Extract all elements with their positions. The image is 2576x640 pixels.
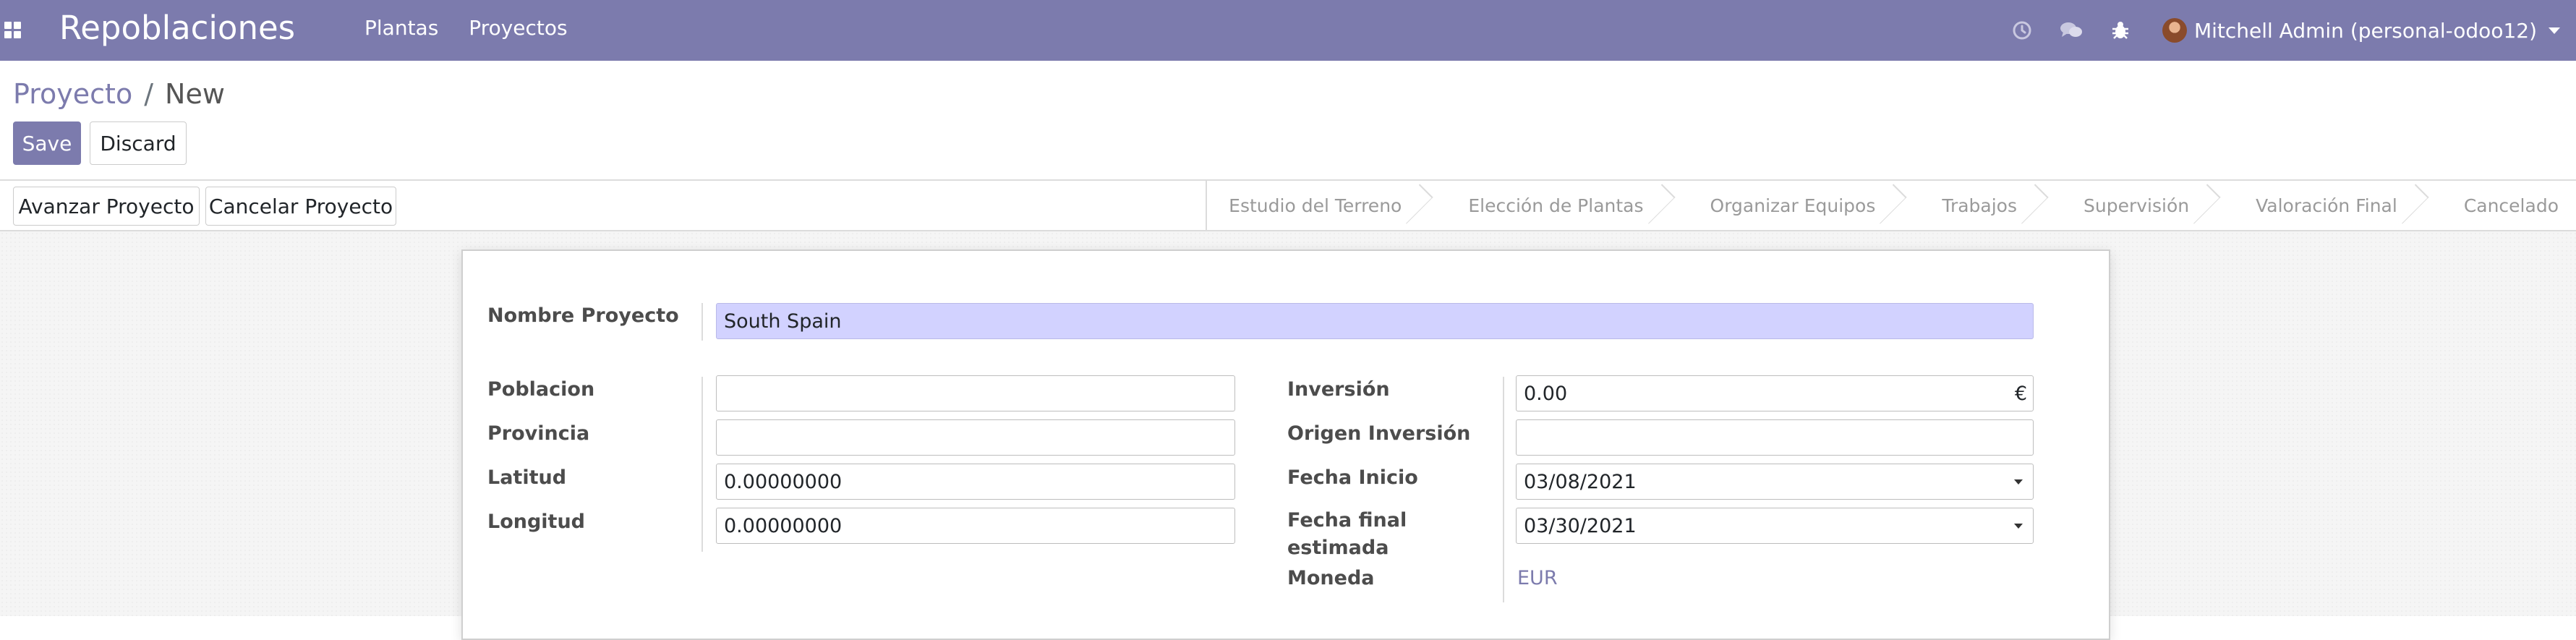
moneda-link[interactable]: EUR bbox=[1517, 567, 1558, 589]
statusbar: Avanzar Proyecto Cancelar Proyecto Estud… bbox=[0, 181, 2576, 231]
origen-inversion-label: Origen Inversión bbox=[1287, 422, 1471, 445]
origen-inversion-input[interactable] bbox=[1516, 419, 2034, 456]
menu-item-proyectos[interactable]: Proyectos bbox=[469, 16, 567, 40]
cancel-project-button[interactable]: Cancelar Proyecto bbox=[205, 187, 396, 226]
divider bbox=[701, 377, 703, 552]
stage-label: Estudio del Terreno bbox=[1229, 195, 1402, 216]
menu-item-plantas[interactable]: Plantas bbox=[364, 16, 438, 40]
fecha-inicio-value: 03/08/2021 bbox=[1524, 470, 1637, 493]
longitud-input[interactable]: 0.00000000 bbox=[716, 508, 1235, 544]
inversion-input[interactable]: 0.00 € bbox=[1516, 375, 2034, 411]
chevron-down-icon[interactable] bbox=[2549, 27, 2560, 34]
discard-button[interactable]: Discard bbox=[90, 121, 187, 165]
fecha-inicio-datepicker[interactable]: 03/08/2021 bbox=[1516, 464, 2034, 500]
nombre-proyecto-label: Nombre Proyecto bbox=[487, 304, 679, 327]
stage-label: Trabajos bbox=[1942, 195, 2017, 216]
stage-label: Cancelado bbox=[2463, 195, 2559, 216]
caret-down-icon[interactable] bbox=[2014, 524, 2023, 529]
euro-currency-symbol: € bbox=[2014, 382, 2027, 405]
chat-icon[interactable] bbox=[2060, 19, 2083, 42]
divider bbox=[1503, 377, 1504, 602]
caret-down-icon[interactable] bbox=[2014, 479, 2023, 485]
stage-pipeline: Estudio del Terreno Elección de Plantas … bbox=[1206, 181, 2576, 230]
breadcrumb-proyecto[interactable]: Proyecto bbox=[13, 78, 132, 110]
moneda-label: Moneda bbox=[1287, 567, 1375, 589]
poblacion-label: Poblacion bbox=[487, 378, 595, 401]
stage-organizar-equipos: Organizar Equipos bbox=[1666, 181, 1907, 230]
provincia-label: Provincia bbox=[487, 422, 590, 445]
inversion-label: Inversión bbox=[1287, 378, 1390, 401]
user-menu[interactable]: Mitchell Admin (personal-odoo12) bbox=[2194, 19, 2537, 43]
app-title: Repoblaciones bbox=[59, 9, 296, 47]
stage-trabajos: Trabajos bbox=[1897, 181, 2049, 230]
nombre-proyecto-input[interactable]: South Spain bbox=[716, 303, 2034, 339]
top-navbar: Repoblaciones Plantas Proyectos Mitchell… bbox=[0, 0, 2576, 61]
bug-icon[interactable] bbox=[2109, 19, 2132, 42]
stage-supervision: Supervisión bbox=[2039, 181, 2221, 230]
control-panel: Proyecto / New Save Discard bbox=[0, 61, 2576, 181]
stage-cancelado: Cancelado bbox=[2419, 181, 2576, 230]
divider bbox=[701, 303, 703, 341]
stage-label: Elección de Plantas bbox=[1468, 195, 1644, 216]
breadcrumb: Proyecto / New bbox=[13, 78, 225, 110]
latitud-label: Latitud bbox=[487, 466, 567, 489]
systray: Mitchell Admin (personal-odoo12) bbox=[2010, 0, 2560, 61]
poblacion-input[interactable] bbox=[716, 375, 1235, 411]
apps-grid-icon[interactable] bbox=[4, 22, 22, 39]
main-menu: Plantas Proyectos bbox=[364, 16, 568, 40]
inversion-value: 0.00 bbox=[1524, 382, 1568, 405]
form-sheet: Nombre Proyecto South Spain Poblacion Pr… bbox=[461, 249, 2110, 640]
stage-valoracion-final: Valoración Final bbox=[2211, 181, 2429, 230]
fecha-final-value: 03/30/2021 bbox=[1524, 514, 1637, 537]
provincia-input[interactable] bbox=[716, 419, 1235, 456]
longitud-label: Longitud bbox=[487, 511, 586, 533]
latitud-input[interactable]: 0.00000000 bbox=[716, 464, 1235, 500]
advance-project-button[interactable]: Avanzar Proyecto bbox=[13, 187, 200, 226]
fecha-final-datepicker[interactable]: 03/30/2021 bbox=[1516, 508, 2034, 544]
breadcrumb-current: New bbox=[165, 78, 225, 110]
stage-label: Organizar Equipos bbox=[1710, 195, 1876, 216]
stage-eleccion-plantas: Elección de Plantas bbox=[1423, 181, 1676, 230]
clock-icon[interactable] bbox=[2010, 19, 2034, 42]
save-button[interactable]: Save bbox=[13, 121, 81, 165]
stage-label: Valoración Final bbox=[2256, 195, 2397, 216]
user-avatar[interactable] bbox=[2162, 18, 2187, 43]
breadcrumb-separator: / bbox=[144, 78, 154, 110]
stage-estudio-terreno: Estudio del Terreno bbox=[1206, 181, 1433, 230]
stage-label: Supervisión bbox=[2084, 195, 2190, 216]
fecha-final-label: Fecha final estimada bbox=[1287, 509, 1407, 559]
fecha-inicio-label: Fecha Inicio bbox=[1287, 466, 1418, 489]
